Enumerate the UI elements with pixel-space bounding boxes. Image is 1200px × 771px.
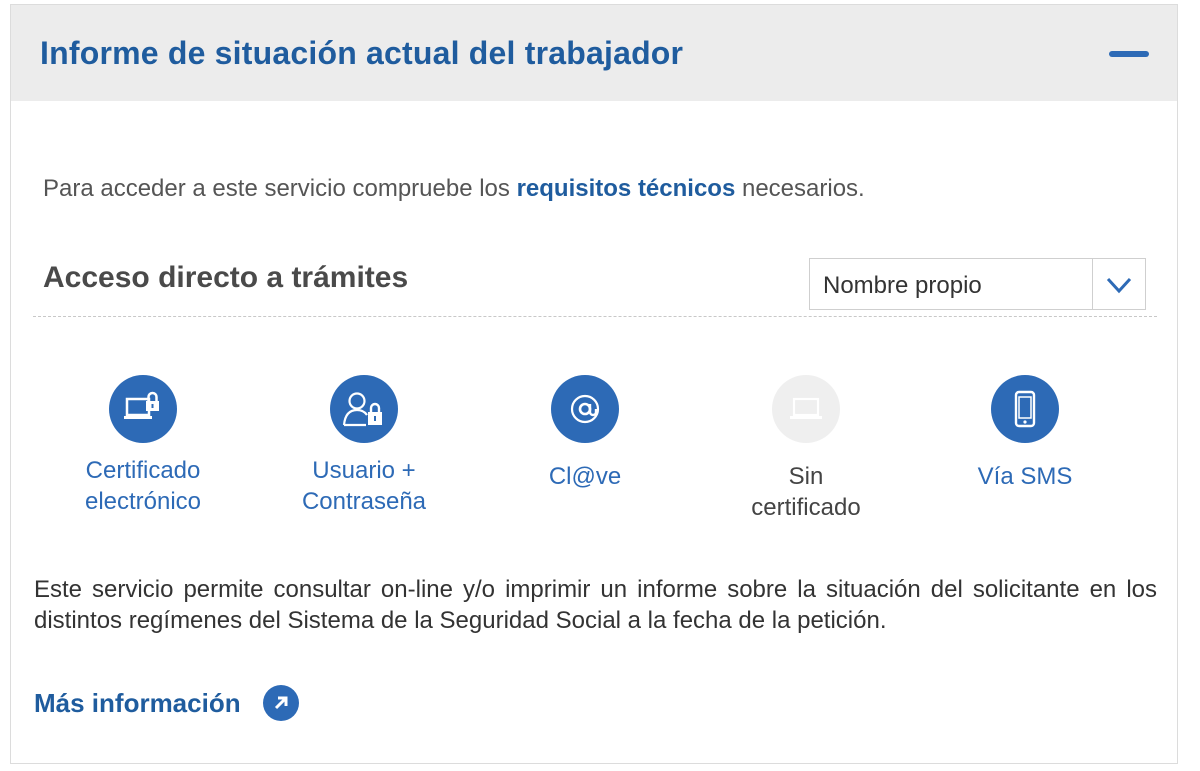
access-label-line2: electrónico [84,488,202,515]
access-clave[interactable]: Cl@ve [485,375,685,492]
collapse-button[interactable] [1109,40,1149,68]
access-label-line1: Vía SMS [977,463,1073,490]
intro-prefix: Para acceder a este servicio compruebe l… [43,175,510,202]
user-lock-icon [330,375,398,443]
access-sms[interactable]: Vía SMS [925,375,1125,492]
panel-header: Informe de situación actual del trabajad… [11,5,1177,101]
access-label-line1: Usuario + [312,457,416,484]
service-panel: Informe de situación actual del trabajad… [10,4,1178,764]
access-label-line1: Sin [788,463,824,490]
mobile-icon [991,375,1059,443]
access-label-line1: Cl@ve [548,463,622,490]
laptop-icon [772,375,840,443]
access-label-line2: Contraseña [301,488,427,515]
laptop-lock-icon [109,375,177,443]
at-icon [551,375,619,443]
access-no-certificate[interactable]: Sin certificado [706,375,906,523]
chevron-down-icon [1092,259,1145,309]
more-info-label: Más información [34,687,241,718]
representation-select[interactable]: Nombre propio [809,258,1146,310]
access-label-line1: Certificado [85,457,201,484]
access-label-line2: certificado [751,494,861,521]
section-divider [33,316,1157,317]
intro-suffix: necesarios. [741,175,865,202]
technical-requirements-link[interactable]: requisitos técnicos [517,175,736,202]
select-value: Nombre propio [823,272,982,299]
minus-icon [1109,51,1149,57]
more-info-link[interactable]: Más información [34,685,299,721]
access-user-password[interactable]: Usuario + Contraseña [264,375,464,517]
section-title: Acceso directo a trámites [43,261,409,294]
panel-title: Informe de situación actual del trabajad… [40,35,684,71]
arrow-up-right-icon [262,685,299,721]
service-description: Este servicio permite consultar on-line … [34,576,1157,634]
intro-text: Para acceder a este servicio compruebe l… [43,175,865,203]
access-certificate[interactable]: Certificado electrónico [43,375,243,517]
